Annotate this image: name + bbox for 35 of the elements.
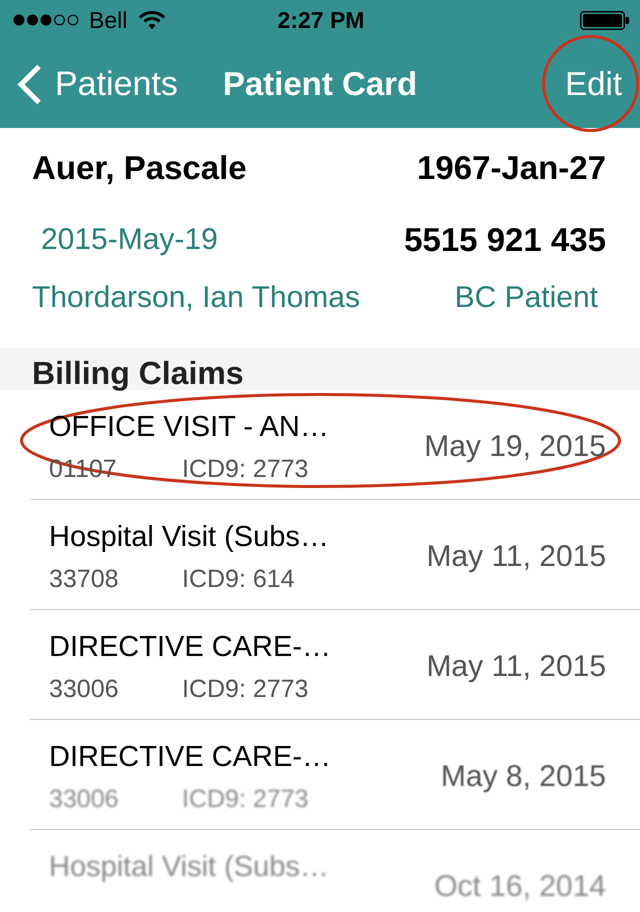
claim-date: Oct 16, 2014 xyxy=(434,870,606,904)
birth-date: 1967-Jan-27 xyxy=(417,148,606,188)
visit-date: 2015-May-19 xyxy=(41,222,218,258)
physician-name: Thordarson, Ian Thomas xyxy=(32,280,360,316)
claim-row[interactable]: Hospital Visit (Subs… 33708 ICD9: 614 May 11, 2015 xyxy=(30,500,640,610)
wifi-icon xyxy=(139,10,166,30)
fee-code: 33708 xyxy=(49,564,119,594)
claim-date: May 8, 2015 xyxy=(440,760,606,794)
claim-title: Hospital Visit (Subs… xyxy=(49,520,329,554)
screen-title: Patient Card xyxy=(222,64,418,104)
fee-code: 33006 xyxy=(49,674,119,704)
back-button[interactable]: Patients xyxy=(0,63,178,105)
claim-title: Hospital Visit (Subs… xyxy=(49,850,329,884)
claim-title: DIRECTIVE CARE-… xyxy=(49,630,331,664)
claim-date: May 11, 2015 xyxy=(426,540,606,574)
health-number: 5515 921 435 xyxy=(404,220,606,260)
chevron-left-icon xyxy=(17,64,42,104)
claim-title: DIRECTIVE CARE-… xyxy=(49,740,331,774)
claim-row[interactable]: DIRECTIVE CARE-… 33006 ICD9: 2773 May 11, 2015 xyxy=(30,610,640,720)
status-time: 2:27 PM xyxy=(278,7,364,33)
claim-date: May 11, 2015 xyxy=(426,650,606,684)
signal-icon xyxy=(13,14,80,26)
battery-icon xyxy=(580,10,629,30)
diagnosis-code: ICD9: 2773 xyxy=(182,454,308,484)
section-header: Billing Claims xyxy=(0,348,640,390)
carrier-name: Bell xyxy=(89,7,128,33)
patient-name: Auer, Pascale xyxy=(32,148,247,188)
claim-title: OFFICE VISIT - AN… xyxy=(49,410,329,444)
claim-date: May 19, 2015 xyxy=(424,430,606,464)
patient-type: BC Patient xyxy=(454,280,598,316)
diagnosis-code: ICD9: 2773 xyxy=(182,674,308,704)
diagnosis-code: ICD9: 2773 xyxy=(182,784,308,814)
claim-row[interactable]: DIRECTIVE CARE-… 33006 ICD9: 2773 May 8, 2015 xyxy=(30,720,640,830)
fee-code: 33006 xyxy=(49,784,119,814)
diagnosis-code: ICD9: 614 xyxy=(182,564,295,594)
